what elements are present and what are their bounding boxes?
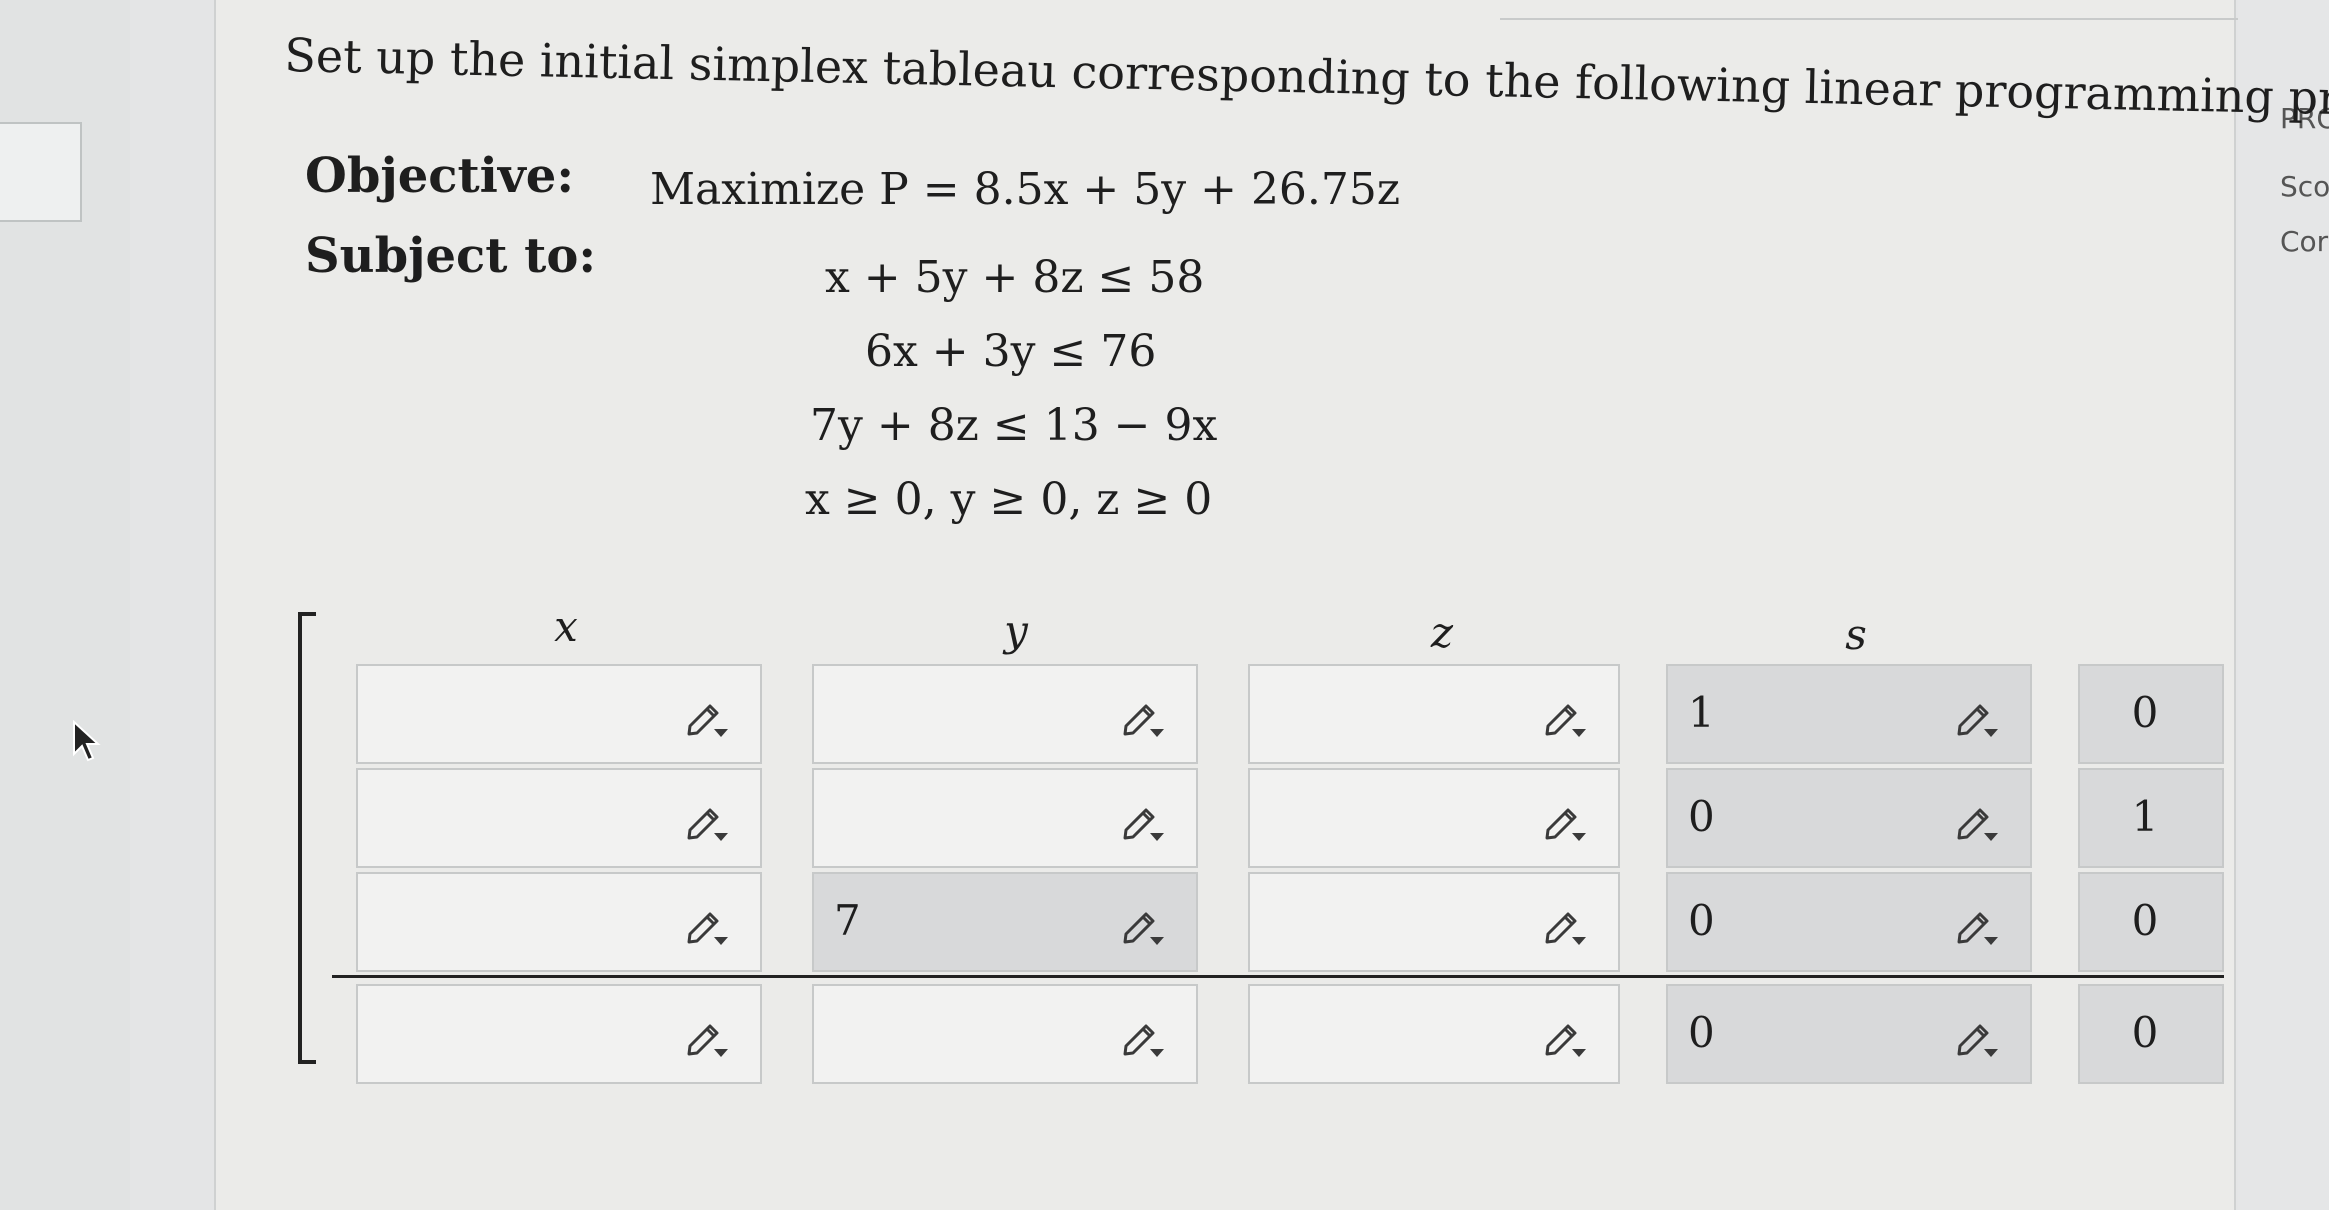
tableau-cell-r2-x[interactable] bbox=[356, 768, 762, 868]
constraint-1: x + 5y + 8z ≤ 58 bbox=[825, 252, 1205, 303]
cursor-arrow-icon bbox=[73, 720, 101, 762]
constraint-3: 7y + 8z ≤ 13 − 9x bbox=[810, 400, 1218, 451]
side-label-correct: Cor bbox=[2280, 225, 2329, 258]
tableau-cell-r4-s1[interactable]: 0 bbox=[1666, 984, 2032, 1084]
cell-value: 0 bbox=[2131, 896, 2159, 945]
tableau-cell-r1-x[interactable] bbox=[356, 664, 762, 764]
tableau-cell-r2-z[interactable] bbox=[1248, 768, 1620, 868]
tableau-cell-r4-y[interactable] bbox=[812, 984, 1198, 1084]
column-header-y: y bbox=[1004, 606, 1028, 655]
tableau-cell-r3-z[interactable] bbox=[1248, 872, 1620, 972]
objective-label: Objective: bbox=[305, 148, 575, 204]
cell-value: 0 bbox=[2131, 1008, 2159, 1057]
tableau-bracket bbox=[298, 612, 316, 1064]
tableau-cell-r3-s2[interactable]: 0 bbox=[2078, 872, 2224, 972]
tableau-cell-r1-z[interactable] bbox=[1248, 664, 1620, 764]
objective-expression: Maximize P = 8.5x + 5y + 26.75z bbox=[650, 164, 1401, 215]
constraint-2: 6x + 3y ≤ 76 bbox=[865, 326, 1157, 377]
tableau-cell-r4-z[interactable] bbox=[1248, 984, 1620, 1084]
pencil-dropdown-icon[interactable] bbox=[1120, 1016, 1166, 1058]
pencil-dropdown-icon[interactable] bbox=[1954, 1016, 2000, 1058]
cell-value: 1 bbox=[2131, 792, 2159, 841]
tableau-cell-r3-x[interactable] bbox=[356, 872, 762, 972]
pencil-dropdown-icon[interactable] bbox=[1954, 800, 2000, 842]
objective-row-divider bbox=[332, 975, 2224, 978]
navigation-box[interactable] bbox=[0, 122, 82, 222]
tableau-cell-r1-s2[interactable]: 0 bbox=[2078, 664, 2224, 764]
tableau-cell-r3-s1[interactable]: 0 bbox=[1666, 872, 2032, 972]
pencil-dropdown-icon[interactable] bbox=[1954, 696, 2000, 738]
tableau-cell-r2-s1[interactable]: 0 bbox=[1666, 768, 2032, 868]
cell-value: 0 bbox=[1688, 1008, 1715, 1057]
nonnegativity-constraint: x ≥ 0, y ≥ 0, z ≥ 0 bbox=[805, 474, 1213, 525]
pencil-dropdown-icon[interactable] bbox=[1542, 696, 1588, 738]
tableau-cell-r4-x[interactable] bbox=[356, 984, 762, 1084]
tableau-cell-r2-y[interactable] bbox=[812, 768, 1198, 868]
tableau-cell-r2-s2[interactable]: 1 bbox=[2078, 768, 2224, 868]
cell-value: 0 bbox=[2131, 688, 2159, 737]
tableau-cell-r4-s2[interactable]: 0 bbox=[2078, 984, 2224, 1084]
pencil-dropdown-icon[interactable] bbox=[1542, 800, 1588, 842]
pencil-dropdown-icon[interactable] bbox=[1542, 904, 1588, 946]
column-header-s: s bbox=[1845, 610, 1867, 659]
cell-value: 0 bbox=[1688, 792, 1715, 841]
pencil-dropdown-icon[interactable] bbox=[1120, 904, 1166, 946]
pencil-dropdown-icon[interactable] bbox=[684, 800, 730, 842]
tableau-cell-r1-y[interactable] bbox=[812, 664, 1198, 764]
pencil-dropdown-icon[interactable] bbox=[684, 1016, 730, 1058]
pencil-dropdown-icon[interactable] bbox=[1120, 800, 1166, 842]
top-divider bbox=[1500, 18, 2240, 20]
column-header-x: x bbox=[554, 602, 578, 651]
pencil-dropdown-icon[interactable] bbox=[1542, 1016, 1588, 1058]
cell-value: 1 bbox=[1688, 688, 1715, 737]
pencil-dropdown-icon[interactable] bbox=[1120, 696, 1166, 738]
side-label-score: Sco bbox=[2280, 170, 2329, 203]
subject-to-label: Subject to: bbox=[305, 228, 597, 284]
tableau-cell-r3-y[interactable]: 7 bbox=[812, 872, 1198, 972]
pencil-dropdown-icon[interactable] bbox=[684, 904, 730, 946]
pencil-dropdown-icon[interactable] bbox=[1954, 904, 2000, 946]
column-header-z: z bbox=[1430, 608, 1454, 657]
cell-value: 0 bbox=[1688, 896, 1715, 945]
pencil-dropdown-icon[interactable] bbox=[684, 696, 730, 738]
tableau-cell-r1-s1[interactable]: 1 bbox=[1666, 664, 2032, 764]
cell-value: 7 bbox=[834, 896, 861, 945]
